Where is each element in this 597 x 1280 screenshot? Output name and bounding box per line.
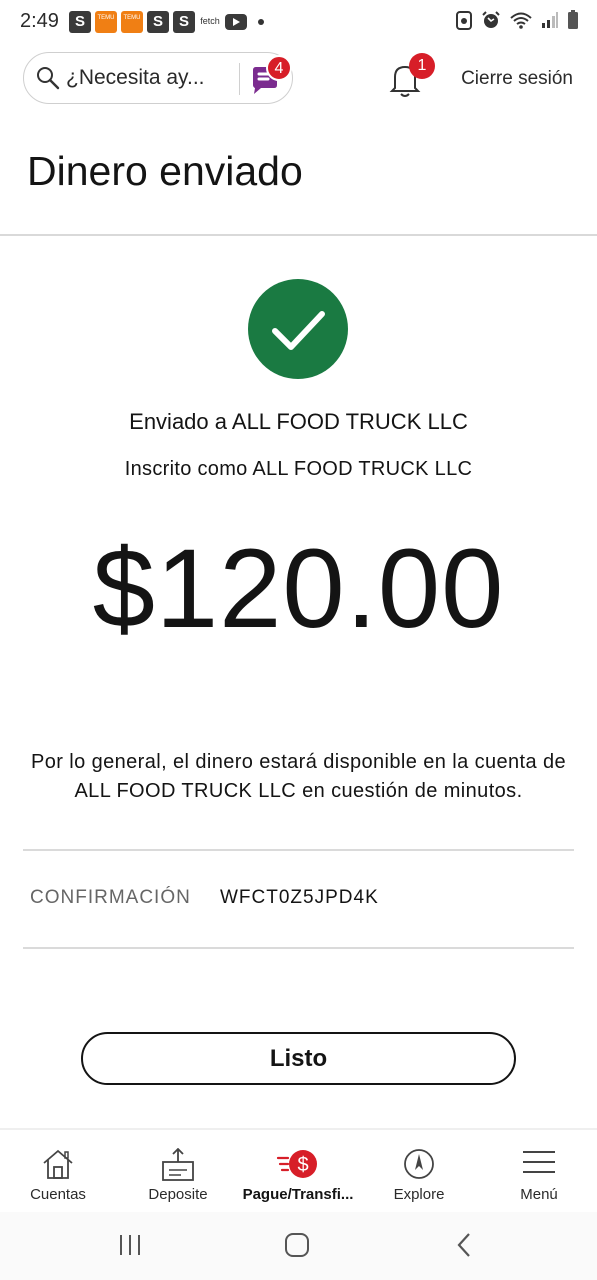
home-button-icon[interactable]	[284, 1232, 310, 1258]
search-input[interactable]	[66, 66, 226, 90]
s-app-icon: S	[173, 11, 195, 33]
back-icon[interactable]	[452, 1232, 478, 1258]
availability-note: Por lo general, el dinero estará disponi…	[30, 751, 567, 802]
amount-sent: $120.00	[92, 526, 505, 651]
search-icon	[37, 67, 60, 90]
nav-label: Menú	[520, 1186, 558, 1203]
nav-label: Explore	[393, 1186, 445, 1203]
confirmation-number: WFCT0Z5JPD4K	[220, 887, 379, 908]
compass-icon	[404, 1149, 434, 1179]
hamburger-menu-icon	[523, 1151, 555, 1173]
done-button[interactable]: Listo	[81, 1032, 516, 1085]
fetch-app-icon: fetch	[200, 16, 220, 26]
recipient-text: Enviado a ALL FOOD TRUCK LLC	[129, 409, 468, 434]
s-app-icon: S	[69, 11, 91, 33]
temu-app-icon: TEMU	[95, 11, 117, 33]
search-bar[interactable]: 4	[23, 52, 293, 104]
wifi-icon	[510, 12, 532, 29]
s-app-icon: S	[147, 11, 169, 33]
nav-label: Pague/Transfi...	[242, 1186, 354, 1203]
enrolled-as-text: Inscrito como ALL FOOD TRUCK LLC	[124, 458, 473, 480]
signal-icon	[542, 12, 558, 28]
confirmation-bottom-divider	[23, 947, 574, 949]
system-navigation-bar	[0, 1212, 597, 1280]
title-divider	[0, 234, 597, 236]
alarm-icon	[482, 11, 500, 28]
success-check-icon	[248, 279, 348, 379]
nav-explore[interactable]: Explore	[359, 1130, 479, 1214]
search-divider	[239, 63, 240, 95]
home-icon	[43, 1149, 73, 1179]
notifications-badge: 1	[409, 53, 435, 79]
confirmation-label: CONFIRMACIÓN	[30, 887, 191, 908]
page-title: Dinero enviado	[27, 148, 303, 194]
nav-pay-transfer[interactable]: $ Pague/Transfi...	[238, 1130, 358, 1214]
pay-transfer-icon: $	[276, 1150, 317, 1178]
status-time: 2:49	[20, 10, 59, 32]
recycle-icon	[456, 11, 472, 30]
app-header: 4 1 Cierre sesión	[0, 44, 597, 114]
nav-menu[interactable]: Menú	[479, 1130, 597, 1214]
battery-icon	[568, 10, 578, 29]
status-bar: 2:49 S TEMU TEMU S S fetch	[0, 0, 597, 44]
bottom-navigation: Cuentas Deposite $ Pague/Transfi... Expl…	[0, 1128, 597, 1212]
status-indicators	[455, 10, 579, 30]
nav-accounts[interactable]: Cuentas	[0, 1130, 118, 1214]
youtube-icon	[225, 14, 247, 30]
nav-label: Cuentas	[30, 1186, 86, 1203]
deposit-icon	[162, 1148, 194, 1181]
logout-link[interactable]: Cierre sesión	[461, 68, 573, 90]
svg-text:$: $	[297, 1154, 308, 1176]
chat-badge: 4	[266, 55, 292, 81]
recent-apps-icon[interactable]	[117, 1232, 143, 1258]
nav-deposit[interactable]: Deposite	[118, 1130, 238, 1214]
nav-label: Deposite	[148, 1186, 208, 1203]
more-notifications-dot	[258, 19, 264, 25]
temu-app-icon: TEMU	[121, 11, 143, 33]
confirmation-top-divider	[23, 849, 574, 851]
